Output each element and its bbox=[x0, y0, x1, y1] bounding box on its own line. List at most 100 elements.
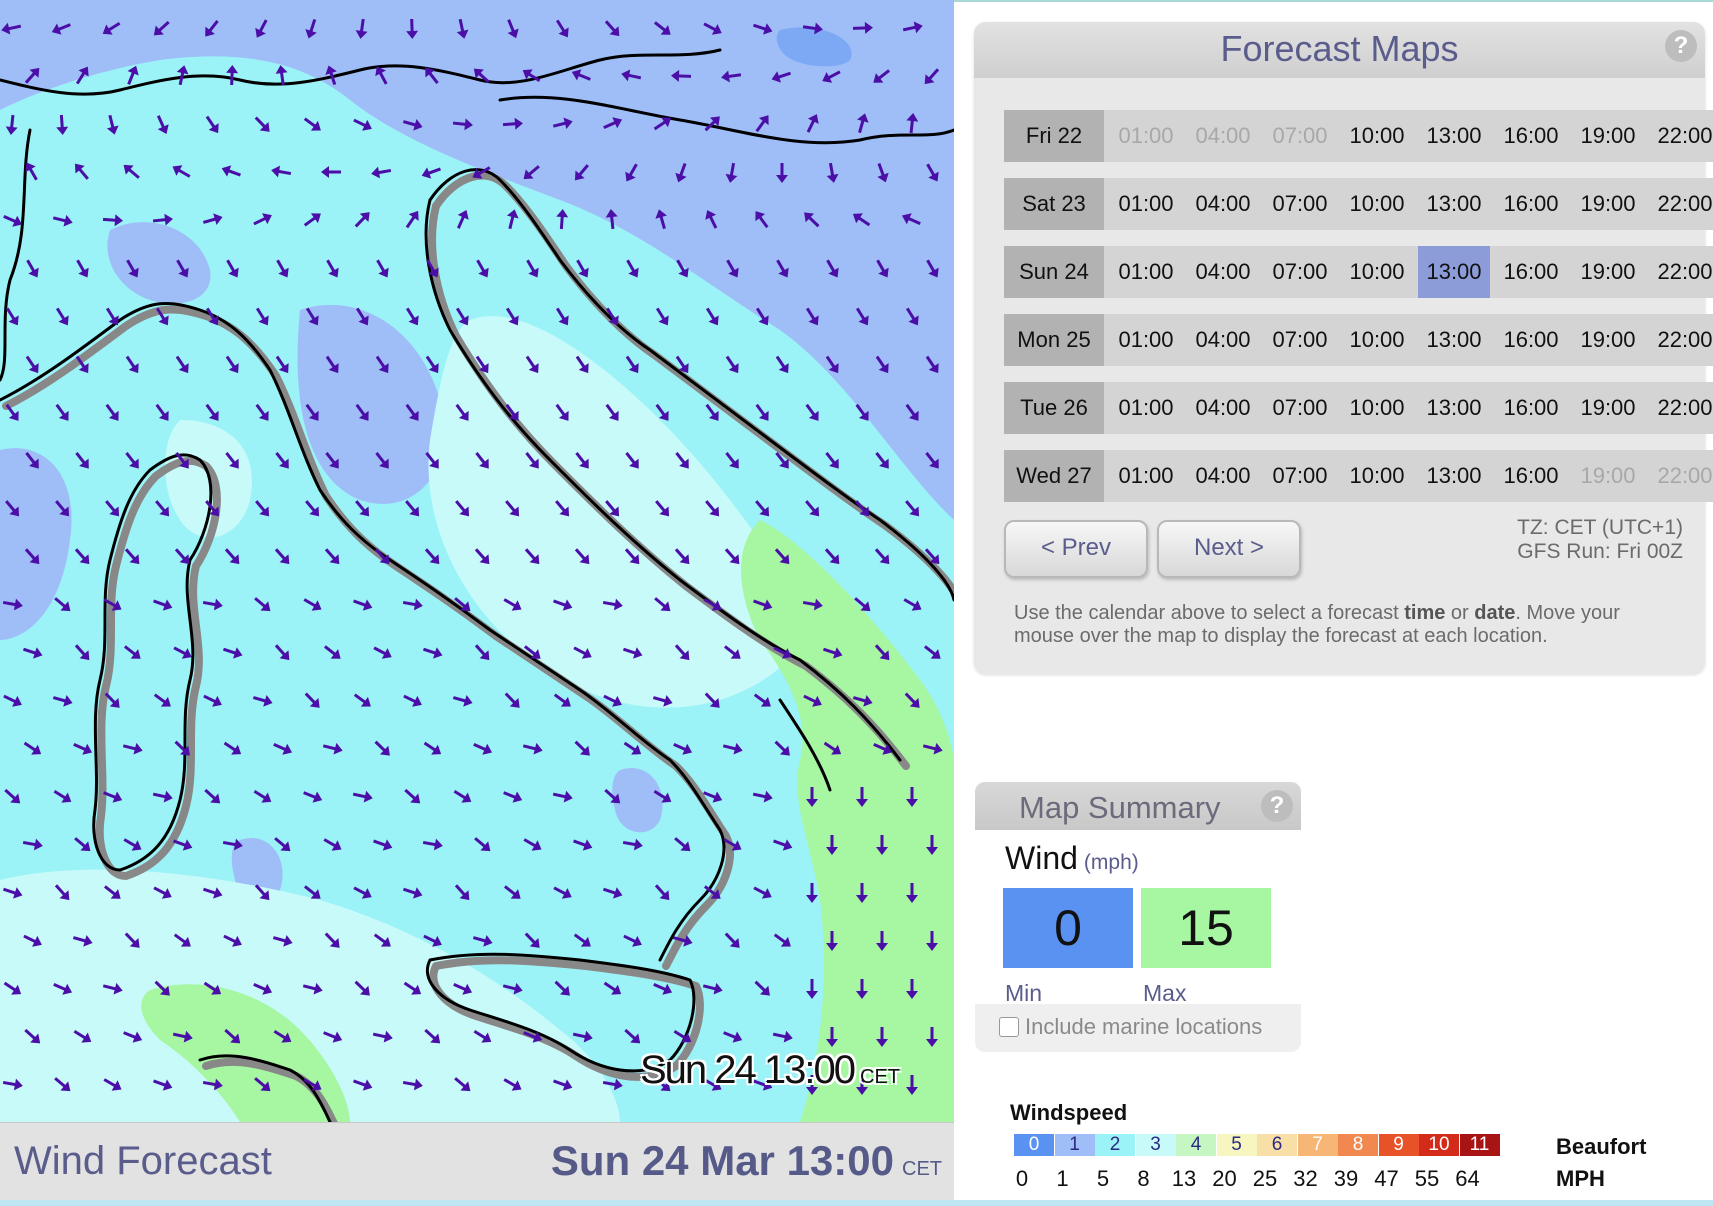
wind-arrow-shaft bbox=[559, 214, 564, 230]
calendar-time-slot[interactable]: 16:00 bbox=[1495, 314, 1567, 366]
calendar-time-slot[interactable]: 04:00 bbox=[1187, 178, 1259, 230]
calendar-day-label[interactable]: Fri 22 bbox=[1004, 110, 1104, 162]
calendar-time-slot[interactable]: 13:00 bbox=[1418, 450, 1490, 502]
map-footer-title: Wind Forecast bbox=[14, 1139, 272, 1183]
calendar-time-slot[interactable]: 10:00 bbox=[1341, 450, 1413, 502]
calendar-time-slot[interactable]: 10:00 bbox=[1341, 382, 1413, 434]
calendar-time-slot[interactable]: 22:00 bbox=[1649, 314, 1713, 366]
calendar-time-slot[interactable]: 19:00 bbox=[1572, 178, 1644, 230]
beaufort-cell: 4 bbox=[1176, 1134, 1216, 1156]
beaufort-cell: 5 bbox=[1216, 1134, 1257, 1156]
calendar-time-slot[interactable]: 01:00 bbox=[1110, 382, 1182, 434]
calendar-time-slot[interactable]: 04:00 bbox=[1187, 314, 1259, 366]
calendar-time-slot[interactable]: 04:00 bbox=[1187, 450, 1259, 502]
calendar-time-slots: 01:00 04:00 07:00 10:00 13:00 16:00 19:00 22:00 bbox=[1104, 110, 1713, 162]
calendar-time-slot[interactable]: 07:00 bbox=[1264, 382, 1336, 434]
calendar-day-label[interactable]: Mon 25 bbox=[1004, 314, 1104, 366]
calendar-time-slots: 01:00 04:00 07:00 10:00 13:00 16:00 19:00 22:00 bbox=[1104, 314, 1713, 366]
mph-value: 5 bbox=[1096, 1166, 1110, 1191]
calendar-time-slot[interactable]: 07:00 bbox=[1264, 246, 1336, 298]
calendar-day-label[interactable]: Sat 23 bbox=[1004, 178, 1104, 230]
calendar-time-slot[interactable]: 01:00 bbox=[1110, 314, 1182, 366]
calendar-help-text: Use the calendar above to select a forec… bbox=[1014, 602, 1684, 648]
calendar-time-slot[interactable]: 22:00 bbox=[1649, 110, 1713, 162]
calendar-time-slots: 01:00 04:00 07:00 10:00 13:00 16:00 19:00 22:00 bbox=[1104, 450, 1713, 502]
calendar-time-slot[interactable]: 19:00 bbox=[1572, 314, 1644, 366]
calendar-time-slot[interactable]: 07:00 bbox=[1264, 314, 1336, 366]
wind-arrow-shaft bbox=[802, 25, 818, 31]
wind-arrow-shaft bbox=[452, 121, 468, 127]
max-label: Max bbox=[1143, 980, 1187, 1006]
wind-label: Wind (mph) bbox=[1005, 840, 1139, 877]
bottom-strip bbox=[0, 1200, 1713, 1206]
marine-locations-option[interactable]: Include marine locations bbox=[999, 1014, 1262, 1040]
wind-arrow-shaft bbox=[9, 114, 15, 130]
calendar-time-slot[interactable]: 10:00 bbox=[1341, 314, 1413, 366]
calendar-time-slot[interactable]: 10:00 bbox=[1341, 246, 1413, 298]
legend-title: Windspeed bbox=[1010, 1100, 1128, 1125]
wind-map-canvas[interactable] bbox=[0, 0, 954, 1122]
calendar-time-slot[interactable]: 16:00 bbox=[1495, 382, 1567, 434]
calendar-time-slot[interactable]: 07:00 bbox=[1264, 178, 1336, 230]
calendar-time-slot[interactable]: 16:00 bbox=[1495, 450, 1567, 502]
map-timestamp: Sun 24 13:00 CET bbox=[640, 1048, 900, 1093]
calendar-time-slot[interactable]: 13:00 bbox=[1418, 110, 1490, 162]
help-text-part: or bbox=[1445, 602, 1475, 624]
map-footer-tz: CET bbox=[902, 1158, 942, 1180]
mph-label: MPH bbox=[1556, 1166, 1605, 1191]
calendar-time-slot[interactable]: 13:00 bbox=[1418, 178, 1490, 230]
calendar-time-slot[interactable]: 22:00 bbox=[1649, 382, 1713, 434]
calendar-time-slot[interactable]: 19:00 bbox=[1572, 246, 1644, 298]
wind-unit: (mph) bbox=[1083, 851, 1139, 874]
calendar-time-slot[interactable]: 13:00 bbox=[1418, 246, 1490, 298]
beaufort-cell: 8 bbox=[1338, 1134, 1378, 1156]
help-icon[interactable]: ? bbox=[1261, 790, 1293, 822]
mph-value: 8 bbox=[1137, 1166, 1150, 1191]
calendar-time-slot[interactable]: 01:00 bbox=[1110, 246, 1182, 298]
mph-value: 0 bbox=[1015, 1166, 1029, 1191]
calendar-time-slot: 07:00 bbox=[1272, 123, 1328, 148]
calendar-time-slot[interactable]: 22:00 bbox=[1649, 246, 1713, 298]
beaufort-cell: 3 bbox=[1135, 1134, 1176, 1156]
map-stamp-time: Sun 24 13:00 bbox=[640, 1048, 856, 1092]
map-summary-title: Map Summary bbox=[1019, 790, 1221, 825]
calendar-time-slot[interactable]: 01:00 bbox=[1110, 178, 1182, 230]
calendar-time-slot[interactable]: 10:00 bbox=[1341, 110, 1413, 162]
calendar-time-slot[interactable]: 04:00 bbox=[1187, 246, 1259, 298]
calendar-time-slot[interactable]: 22:00 bbox=[1649, 178, 1713, 230]
wind-arrow-shaft bbox=[279, 70, 285, 86]
calendar-time-slot[interactable]: 16:00 bbox=[1495, 178, 1567, 230]
calendar-row: Fri 22 01:00 04:00 07:00 10:00 13:00 16:00 19:0… bbox=[1004, 110, 1713, 162]
calendar-time-slots: 01:00 04:00 07:00 10:00 13:00 16:00 19:00 22:00 bbox=[1104, 178, 1713, 230]
wind-arrow-shaft bbox=[726, 73, 742, 79]
calendar-time-slot[interactable]: 13:00 bbox=[1418, 314, 1490, 366]
marine-locations-checkbox[interactable] bbox=[999, 1017, 1019, 1037]
forecast-panel-title: Forecast Maps bbox=[1220, 28, 1459, 69]
wind-label-text: Wind bbox=[1005, 840, 1078, 876]
beaufort-cell: 1 bbox=[1054, 1134, 1095, 1156]
calendar-time-slot[interactable]: 13:00 bbox=[1418, 382, 1490, 434]
calendar-time-slot[interactable]: 16:00 bbox=[1495, 246, 1567, 298]
calendar-day-label[interactable]: Tue 26 bbox=[1004, 382, 1104, 434]
calendar-time-slot: 19:00 bbox=[1580, 463, 1636, 488]
prev-button[interactable]: < Prev bbox=[1004, 520, 1148, 578]
calendar-time-slot[interactable]: 19:00 bbox=[1572, 110, 1644, 162]
calendar-time-slot: 04:00 bbox=[1195, 123, 1251, 148]
calendar-time-slot[interactable]: 16:00 bbox=[1495, 110, 1567, 162]
calendar-day-label[interactable]: Sun 24 bbox=[1004, 246, 1104, 298]
help-text-part: Use the calendar above to select a forec… bbox=[1014, 602, 1405, 624]
calendar-time-slot[interactable]: 19:00 bbox=[1572, 382, 1644, 434]
calendar-day-label[interactable]: Wed 27 bbox=[1004, 450, 1104, 502]
calendar-time-slot[interactable]: 10:00 bbox=[1341, 178, 1413, 230]
gfs-run-label: GFS Run: Fri 00Z bbox=[1517, 540, 1683, 563]
map-summary-header: Map Summary ? bbox=[975, 782, 1301, 830]
help-icon[interactable]: ? bbox=[1665, 30, 1697, 62]
calendar-time-slot[interactable]: 07:00 bbox=[1264, 450, 1336, 502]
next-button[interactable]: Next > bbox=[1157, 520, 1301, 578]
map-summary-body: Wind (mph) 0 15 Min Max bbox=[975, 830, 1301, 1006]
mph-value: 13 bbox=[1171, 1166, 1197, 1191]
calendar-time-slots: 01:00 04:00 07:00 10:00 13:00 16:00 19:00 22:00 bbox=[1104, 382, 1713, 434]
wind-map[interactable]: Sun 24 13:00 CET bbox=[0, 0, 954, 1122]
calendar-time-slot[interactable]: 04:00 bbox=[1187, 382, 1259, 434]
calendar-time-slot[interactable]: 01:00 bbox=[1110, 450, 1182, 502]
